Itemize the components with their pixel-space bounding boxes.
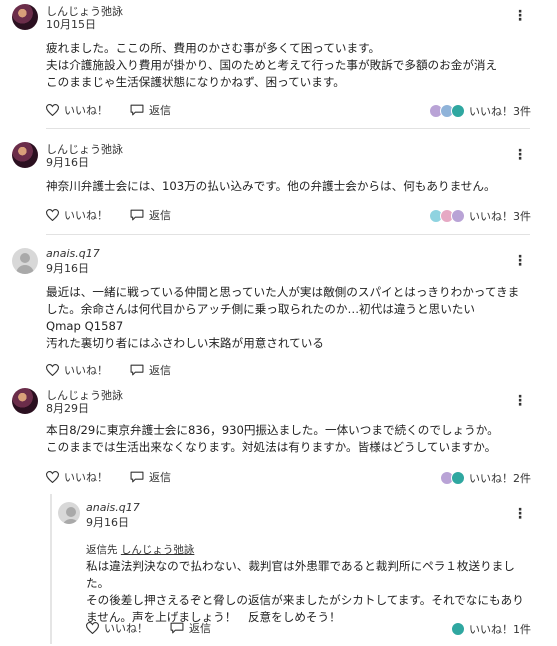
comment-author[interactable]: anais.q17 [46,247,100,260]
reply-date[interactable]: 9月16日 [86,514,129,530]
liker-avatars [429,209,465,223]
likes-summary[interactable]: いいね！1件 [451,621,531,637]
comment-body: 疲れました。ここの所、費用のかさむ事が多くて困っています。 夫は介護施設入り費用… [46,41,498,89]
reply-icon [130,364,144,376]
reply-label: 返信 [189,622,211,635]
reply-icon [130,104,144,116]
reply-icon [130,471,144,483]
like-button[interactable]: いいね！ [46,102,108,118]
liker-avatars [429,104,465,118]
comment-date[interactable]: 8月29日 [46,400,89,416]
comment-actions: いいね！ 返信 [46,469,171,485]
like-label: いいね！ [64,209,108,222]
likes-summary[interactable]: いいね！2件 [440,470,531,486]
reply-icon [130,209,144,221]
liker-avatar [451,471,465,485]
liker-avatars [451,622,465,636]
likes-count: いいね！2件 [469,472,531,485]
liker-avatars [440,471,465,485]
reply-button[interactable]: 返信 [170,620,211,636]
likes-count: いいね！3件 [469,105,531,118]
comment: しんじょう弛詠 9月16日 ⋮ 神奈川弁護士会には、103万の払い込みです。他の… [0,138,557,238]
comment-body: 神奈川弁護士会には、103万の払い込みです。他の弁護士会からは、何もありません。 [46,179,496,193]
divider [46,234,530,235]
comment-body: 最近は、一緒に戦っている仲間と思っていた人が実は敵側のスパイとはっきりわかってき… [46,285,520,350]
reply-label: 返信 [149,209,171,222]
comment-actions: いいね！ 返信 [46,362,171,378]
reply-button[interactable]: 返信 [130,102,171,118]
avatar[interactable] [12,248,38,274]
reply-label: 返信 [149,364,171,377]
heart-icon [46,209,59,221]
liker-avatar [451,104,465,118]
liker-avatar [451,622,465,636]
comment: しんじょう弛詠 8月29日 ⋮ 本日8/29に東京弁護士会に836，930円振込… [0,384,557,492]
like-button[interactable]: いいね！ [86,620,148,636]
like-button[interactable]: いいね！ [46,207,108,223]
reply-body: 私は違法判決なので払わない、裁判官は外患罪であると裁判所にペラ１枚送りました。 … [86,559,524,624]
like-label: いいね！ [64,471,108,484]
reply-to: 返信先 しんじょう弛詠 [86,542,194,557]
divider [46,128,530,129]
reply-button[interactable]: 返信 [130,207,171,223]
reply-to-label: 返信先 [86,544,118,556]
reply-icon [170,622,184,634]
comment-date[interactable]: 10月15日 [46,16,96,32]
like-label: いいね！ [64,104,108,117]
heart-icon [46,364,59,376]
reply-button[interactable]: 返信 [130,362,171,378]
heart-icon [46,471,59,483]
like-button[interactable]: いいね！ [46,469,108,485]
heart-icon [86,622,99,634]
more-options-icon[interactable]: ⋮ [513,507,527,521]
more-options-icon[interactable]: ⋮ [513,254,527,268]
likes-summary[interactable]: いいね！3件 [429,103,531,119]
avatar[interactable] [12,142,38,168]
comment-date[interactable]: 9月16日 [46,154,89,170]
more-options-icon[interactable]: ⋮ [513,9,527,23]
heart-icon [46,104,59,116]
comment-actions: いいね！ 返信 [46,207,171,223]
comment: anais.q17 9月16日 ⋮ 最近は、一緒に戦っている仲間と思っていた人が… [0,244,557,382]
likes-summary[interactable]: いいね！3件 [429,208,531,224]
like-button[interactable]: いいね！ [46,362,108,378]
comment: しんじょう弛詠 10月15日 ⋮ 疲れました。ここの所、費用のかさむ事が多くて困… [0,0,557,129]
reply-comment: anais.q17 9月16日 ⋮ 返信先 しんじょう弛詠 私は違法判決なので払… [46,498,557,646]
reply-to-user-link[interactable]: しんじょう弛詠 [121,544,195,556]
likes-count: いいね！1件 [469,623,531,636]
reply-button[interactable]: 返信 [130,469,171,485]
reply-label: 返信 [149,104,171,117]
comment-actions: いいね！ 返信 [46,102,171,118]
reply-author[interactable]: anais.q17 [86,501,140,514]
likes-count: いいね！3件 [469,210,531,223]
comment-date[interactable]: 9月16日 [46,260,89,276]
like-label: いいね！ [64,364,108,377]
avatar[interactable] [12,388,38,414]
like-label: いいね！ [104,622,148,635]
comment-body: 本日8/29に東京弁護士会に836，930円振込ました。一体いつまで続くのでしょ… [46,423,499,454]
reply-label: 返信 [149,471,171,484]
avatar[interactable] [58,502,80,524]
more-options-icon[interactable]: ⋮ [513,394,527,408]
more-options-icon[interactable]: ⋮ [513,148,527,162]
avatar[interactable] [12,4,38,30]
liker-avatar [451,209,465,223]
reply-actions: いいね！ 返信 [86,620,211,636]
